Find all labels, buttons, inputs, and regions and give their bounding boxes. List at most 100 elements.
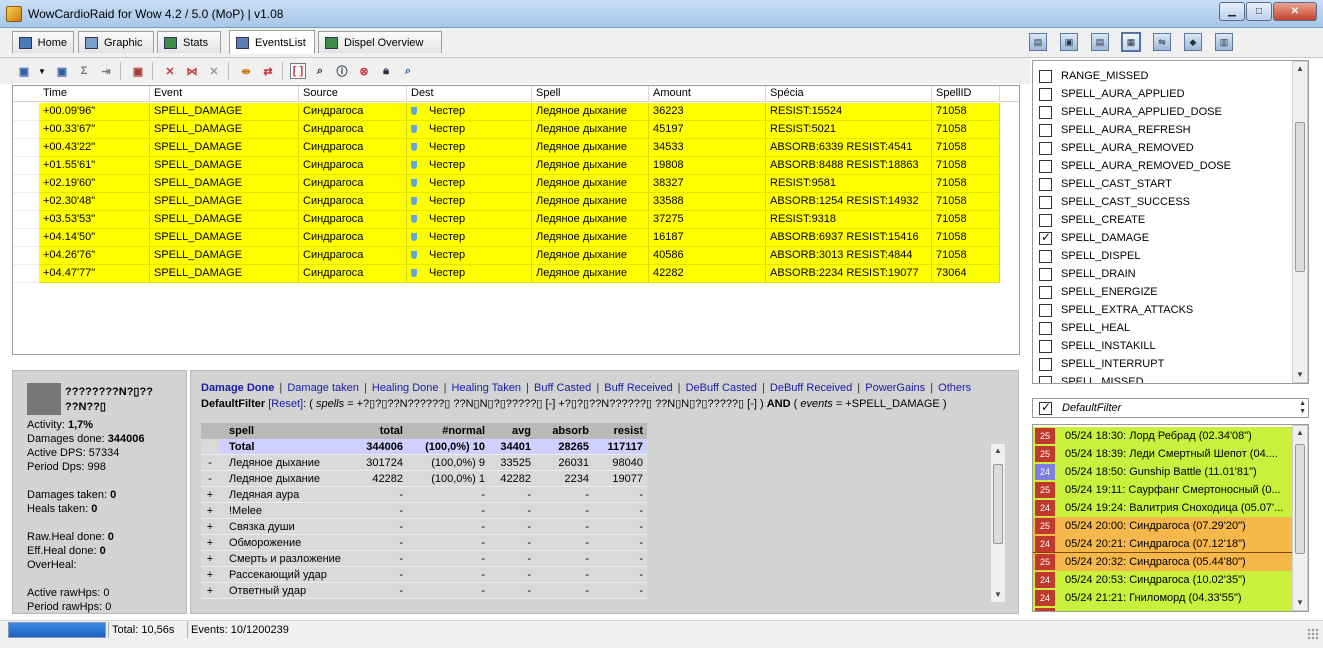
link-others[interactable]: Others [938, 382, 971, 394]
summary-scrollbar[interactable]: ▲ ▼ [990, 443, 1006, 603]
clear-source-icon[interactable]: ⋈ [184, 63, 200, 79]
expand-toggle[interactable]: + [201, 551, 219, 567]
fight-item[interactable]: 24 05/24 21:21: Гниломорд (04.33'55") [1033, 589, 1292, 607]
spell-summary-row[interactable]: - Ледяное дыхание 42282 (100,0%) 1 42282 2234… [201, 471, 647, 487]
event-type-item[interactable]: SPELL_AURA_REMOVED_DOSE [1039, 157, 1231, 175]
event-type-item[interactable]: SPELL_MISSED [1039, 373, 1144, 383]
event-type-checkbox[interactable] [1039, 230, 1052, 245]
detail-view-icon[interactable]: ▤ [1091, 33, 1109, 51]
maximize-button[interactable]: □ [1246, 2, 1272, 21]
event-row[interactable]: +02.30'48" SPELL_DAMAGE Синдрагоса Честер Ле… [13, 193, 1019, 211]
fight-item[interactable]: 25 05/24 20:00: Синдрагоса (07.29'20") [1033, 517, 1292, 535]
event-type-item[interactable]: SPELL_INSTAKILL [1039, 337, 1156, 355]
event-type-checkbox[interactable] [1039, 285, 1052, 299]
tab-stats[interactable]: Stats [157, 31, 221, 53]
event-type-checkbox[interactable] [1039, 357, 1052, 371]
tab-dispel-overview[interactable]: Dispel Overview [318, 31, 442, 53]
scroll-up-icon[interactable]: ▲ [1293, 62, 1307, 76]
clear-filter-icon[interactable]: ✕ [162, 63, 178, 79]
default-filter-checkbox[interactable] [1039, 400, 1052, 415]
header-avg[interactable]: avg [489, 423, 535, 439]
minimize-button[interactable]: ▁ [1219, 2, 1245, 21]
event-type-item[interactable]: SPELL_DAMAGE [1039, 229, 1149, 247]
search-icon[interactable]: ⌕ [312, 63, 328, 79]
spell-summary-row[interactable]: - Ледяное дыхание 301724 (100,0%) 9 33525 260… [201, 455, 647, 471]
scroll-down-icon[interactable]: ▼ [991, 588, 1005, 602]
network-view-icon[interactable]: ⇋ [1153, 33, 1171, 51]
event-type-checkbox[interactable] [1039, 267, 1052, 281]
save-as-icon[interactable]: ▣ [54, 63, 70, 79]
event-row[interactable]: +04.26'76" SPELL_DAMAGE Синдрагоса Честер Ле… [13, 247, 1019, 265]
brackets-icon[interactable]: [ ] [290, 63, 306, 79]
event-type-item[interactable]: SPELL_AURA_APPLIED [1039, 85, 1185, 103]
chevron-down-icon[interactable]: ▼ [34, 63, 50, 79]
default-filter-selector[interactable]: DefaultFilter ▲▼ [1032, 398, 1309, 418]
expand-toggle[interactable]: - [201, 471, 219, 487]
link-healing-done[interactable]: Healing Done [372, 382, 439, 394]
event-row[interactable]: +00.09'96" SPELL_DAMAGE Синдрагоса Честер Ле… [13, 103, 1019, 121]
range-icon[interactable]: ⇹ [238, 63, 254, 79]
link-debuff-casted[interactable]: DeBuff Casted [686, 382, 757, 394]
header-normal[interactable]: #normal [407, 423, 489, 439]
spell-summary-row[interactable]: + Обморожение - - - - - [201, 535, 647, 551]
spell-summary-row[interactable]: + Ледяная аура - - - - - [201, 487, 647, 503]
scroll-thumb[interactable] [993, 464, 1003, 544]
event-type-item[interactable]: RANGE_MISSED [1039, 67, 1148, 85]
scroll-down-icon[interactable]: ▼ [1293, 596, 1307, 610]
event-type-checkbox[interactable] [1039, 339, 1052, 353]
scroll-up-icon[interactable]: ▲ [991, 444, 1005, 458]
event-type-item[interactable]: SPELL_AURA_REMOVED [1039, 139, 1194, 157]
fight-item[interactable]: 24 05/24 19:24: Валитрия Сноходица (05.07… [1033, 499, 1292, 517]
event-type-item[interactable]: SPELL_CAST_START [1039, 175, 1172, 193]
lock-icon[interactable]: 🔒︎ [378, 63, 394, 79]
event-type-checkbox[interactable] [1039, 159, 1052, 173]
fight-item[interactable]: 25 05/24 19:11: Саурфанг Смертоносный (0.… [1033, 481, 1292, 499]
fight-item[interactable]: 25 05/24 18:30: Лорд Ребрад (02.34'08") [1033, 427, 1292, 445]
event-type-checkbox[interactable] [1039, 123, 1052, 137]
fight-item[interactable]: 24 05/24 20:21: Синдрагоса (07.12'18") [1033, 535, 1292, 553]
event-type-item[interactable]: SPELL_AURA_APPLIED_DOSE [1039, 103, 1222, 121]
scroll-thumb[interactable] [1295, 444, 1305, 554]
event-type-checkbox[interactable] [1039, 249, 1052, 263]
expand-toggle[interactable]: + [201, 583, 219, 599]
sigma-icon[interactable]: Σ [76, 63, 92, 79]
image-view-icon[interactable]: ▣ [1060, 33, 1078, 51]
event-type-item[interactable]: SPELL_HEAL [1039, 319, 1130, 337]
events-view-icon[interactable]: ▦ [1121, 32, 1141, 52]
expand-toggle[interactable]: + [201, 487, 219, 503]
save-icon[interactable]: ▣ [16, 63, 32, 79]
scroll-down-icon[interactable]: ▼ [1293, 368, 1307, 382]
expand-toggle[interactable]: + [201, 535, 219, 551]
event-type-checkbox[interactable] [1039, 375, 1052, 383]
export-icon[interactable]: ⇥ [98, 63, 114, 79]
spell-summary-row[interactable]: + Ответный удар - - - - - [201, 583, 647, 599]
event-type-item[interactable]: SPELL_DRAIN [1039, 265, 1136, 283]
fight-item[interactable]: 25 05/24 21:30: Тухлопуз (03.52'31") [1033, 607, 1292, 611]
event-row[interactable]: +00.43'22" SPELL_DAMAGE Синдрагоса Честер Ле… [13, 139, 1019, 157]
info-icon[interactable]: ⓘ [334, 63, 350, 79]
event-type-checkbox[interactable] [1039, 321, 1052, 335]
column-header-event[interactable]: Event [150, 86, 299, 102]
tab-home[interactable]: Home [12, 31, 74, 53]
fight-item[interactable]: 24 05/24 20:53: Синдрагоса (10.02'35") [1033, 571, 1292, 589]
event-type-item[interactable]: SPELL_CREATE [1039, 211, 1145, 229]
swap-icon[interactable]: ⇄ [260, 63, 276, 79]
spell-summary-row[interactable]: + Смерть и разложение - - - - - [201, 551, 647, 567]
fight-item[interactable]: 25 05/24 18:39: Леди Смертный Шепот (04..… [1033, 445, 1292, 463]
resize-grip-icon[interactable] [1307, 628, 1319, 640]
fight-item[interactable]: 24 05/24 18:50: Gunship Battle (11.01'81"… [1033, 463, 1292, 481]
column-header-source[interactable]: Source [299, 86, 407, 102]
column-header-dest[interactable]: Dest [407, 86, 532, 102]
link-damage-taken[interactable]: Damage taken [287, 382, 359, 394]
fights-scrollbar[interactable]: ▲ ▼ [1292, 425, 1308, 611]
event-type-item[interactable]: SPELL_DISPEL [1039, 247, 1141, 265]
scroll-thumb[interactable] [1295, 122, 1305, 272]
event-row[interactable]: +01.55'61" SPELL_DAMAGE Синдрагоса Честер Ле… [13, 157, 1019, 175]
event-type-checkbox[interactable] [1039, 87, 1052, 101]
event-type-scrollbar[interactable]: ▲ ▼ [1292, 61, 1308, 383]
expand-toggle[interactable]: + [201, 519, 219, 535]
find-player-icon[interactable]: ⊗ [356, 63, 372, 79]
link-healing-taken[interactable]: Healing Taken [452, 382, 522, 394]
expand-toggle[interactable]: + [201, 503, 219, 519]
event-type-checkbox[interactable] [1039, 303, 1052, 317]
